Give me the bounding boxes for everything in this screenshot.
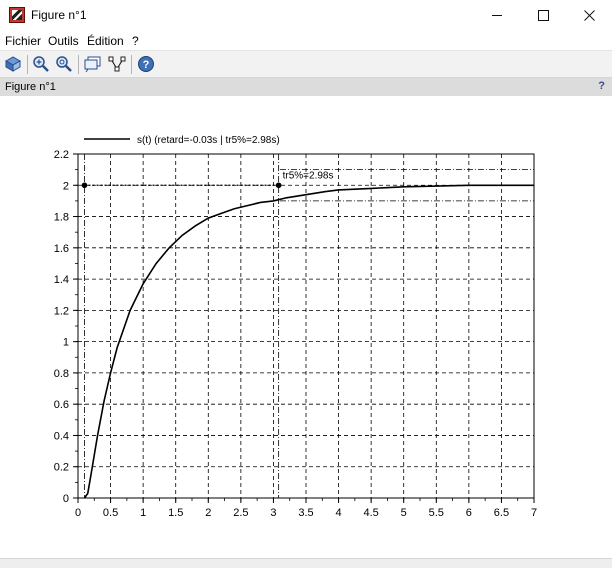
y-tick-label: 2.2 [54, 149, 69, 161]
x-tick-label: 1 [140, 507, 146, 519]
x-tick-label: 4 [336, 507, 342, 519]
zoom-out-button[interactable] [54, 54, 74, 74]
x-tick-label: 4.5 [363, 507, 378, 519]
zoom-out-icon [56, 56, 72, 72]
y-tick-label: 0.6 [54, 399, 69, 411]
help-icon: ? [138, 56, 154, 72]
maximize-icon [537, 10, 549, 21]
datatip-icon [84, 56, 101, 73]
x-tick-label: 3 [270, 507, 276, 519]
figure-panel-header: Figure n°1 ? [0, 78, 612, 96]
title-bar: Figure n°1 [0, 0, 612, 31]
minimize-button[interactable] [474, 0, 520, 31]
plot-canvas[interactable]: 0 0.5 1 1.5 2 2.5 3 3.5 4 4.5 5 5.5 6 6.5 7 0 0.2 0.4 0.6 0… [0, 96, 612, 558]
y-tick-label: 2 [63, 180, 69, 192]
menu-edition[interactable]: Édition [87, 34, 124, 48]
y-tick-label: 1.2 [54, 305, 69, 317]
marker-point [81, 182, 88, 189]
zoom-in-button[interactable] [31, 54, 51, 74]
minimize-icon [492, 15, 502, 16]
legend-label: s(t) (retard=-0.03s | tr5%=2.98s) [137, 135, 280, 146]
maximize-button[interactable] [520, 0, 566, 31]
x-tick-label: 5.5 [429, 507, 444, 519]
y-tick-label: 1.8 [54, 212, 69, 224]
x-tick-label: 5 [401, 507, 407, 519]
datatip-button[interactable] [83, 54, 103, 74]
editor-button[interactable] [107, 54, 127, 74]
menu-fichier[interactable]: Fichier [5, 34, 41, 48]
x-tick-label: 1.5 [168, 507, 183, 519]
svg-text:?: ? [143, 59, 150, 71]
step-response-chart[interactable]: 0 0.5 1 1.5 2 2.5 3 3.5 4 4.5 5 5.5 6 6.5 7 0 0.2 0.4 0.6 0… [0, 96, 612, 558]
editor-icon [108, 56, 126, 72]
toolbar-separator [27, 55, 28, 74]
y-tick-label: 0.2 [54, 462, 69, 474]
y-tick-label: 1 [63, 337, 69, 349]
x-tick-label: 3.5 [298, 507, 313, 519]
menu-bar: Fichier Outils Édition ? [0, 31, 612, 51]
x-tick-label: 6 [466, 507, 472, 519]
x-tick-label: 0 [75, 507, 81, 519]
menu-help[interactable]: ? [132, 34, 139, 48]
x-tick-label: 2.5 [233, 507, 248, 519]
status-bar [0, 558, 612, 568]
panel-help-button[interactable]: ? [598, 80, 605, 92]
marker-point [275, 182, 282, 189]
rotate-icon [4, 56, 22, 72]
close-button[interactable] [566, 0, 612, 31]
x-tick-label: 6.5 [494, 507, 509, 519]
x-tick-label: 7 [531, 507, 537, 519]
y-tick-label: 0 [63, 493, 69, 505]
close-icon [583, 10, 595, 21]
menu-outils[interactable]: Outils [48, 34, 79, 48]
y-tick-label: 1.6 [54, 243, 69, 255]
x-tick-label: 2 [205, 507, 211, 519]
zoom-in-icon [33, 56, 49, 72]
rotate-button[interactable] [3, 54, 23, 74]
toolbar: ? [0, 51, 612, 78]
toolbar-separator [78, 55, 79, 74]
window-title: Figure n°1 [31, 8, 87, 22]
toolbar-separator [131, 55, 132, 74]
scilab-figure-icon [9, 7, 25, 23]
y-tick-label: 0.8 [54, 368, 69, 380]
tr5-annotation: tr5%=2.98s [283, 170, 334, 181]
y-tick-label: 0.4 [54, 430, 69, 442]
y-tick-label: 1.4 [54, 274, 69, 286]
panel-title: Figure n°1 [5, 81, 56, 93]
help-button[interactable]: ? [136, 54, 156, 74]
x-tick-label: 0.5 [103, 507, 118, 519]
